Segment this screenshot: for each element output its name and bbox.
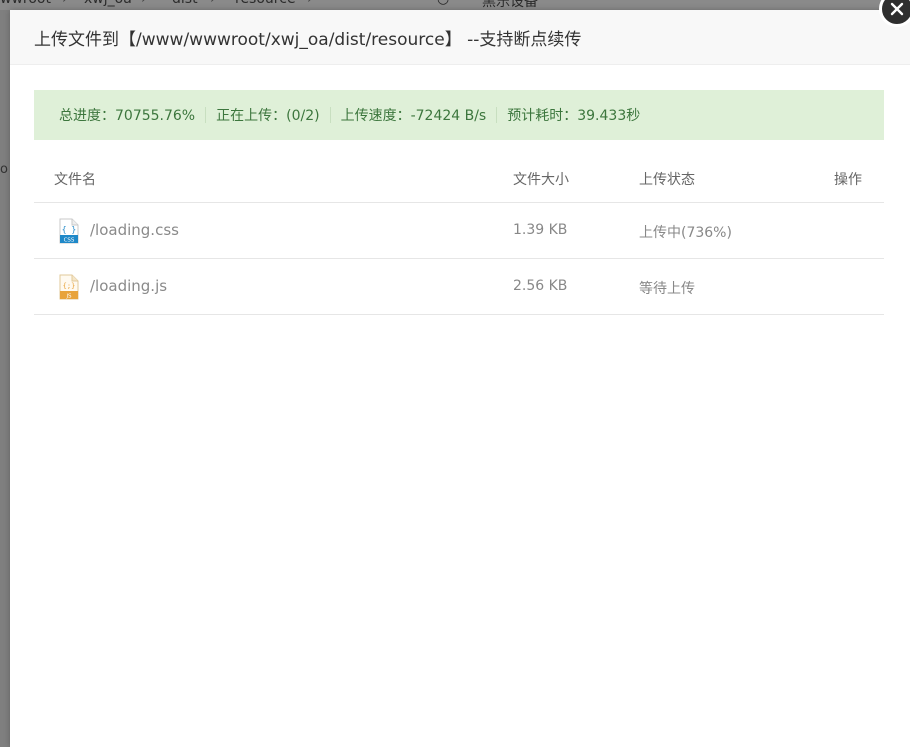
close-icon (890, 2, 904, 16)
background-breadcrumb: wwroot › xwj_oa › dist › resource › ○ 黑乐… (0, 0, 910, 10)
js-icon-label: JS (65, 294, 72, 300)
file-size: 2.56 KB (513, 278, 568, 294)
chevron-right-icon: › (62, 0, 68, 7)
dialog-header: 上传文件到【/www/wwwroot/xwj_oa/dist/resource】… (10, 10, 910, 65)
upload-file-table: 文件名 文件大小 上传状态 操作 { } CSS /loading.css 1.… (34, 152, 884, 315)
dialog-title: 上传文件到【/www/wwwroot/xwj_oa/dist/resource】… (34, 30, 582, 50)
css-icon-label: CSS (64, 238, 75, 244)
uploading-count: 正在上传：(0/2) (216, 108, 320, 124)
refresh-icon[interactable]: ○ (437, 0, 449, 7)
upload-speed: 上传速度：-72424 B/s (340, 108, 487, 124)
bg-crumb-resource[interactable]: resource (235, 0, 296, 7)
bg-crumb-wwwroot[interactable]: wwroot (0, 0, 51, 7)
divider (205, 107, 207, 123)
chevron-right-icon: › (141, 0, 147, 7)
upload-dialog: 上传文件到【/www/wwwroot/xwj_oa/dist/resource】… (10, 10, 910, 747)
divider (329, 107, 331, 123)
bg-crumb-dist[interactable]: dist (172, 0, 198, 7)
header-action: 操作 (834, 172, 862, 188)
table-header: 文件名 文件大小 上传状态 操作 (34, 152, 884, 203)
upload-status: 上传中(736%) (639, 225, 732, 241)
total-progress: 总进度：70755.76% (59, 108, 196, 124)
css-file-icon: { } CSS (59, 218, 79, 244)
file-size: 1.39 KB (513, 222, 568, 238)
table-row: {;} JS /loading.js 2.56 KB 等待上传 (34, 259, 884, 315)
chevron-right-icon: › (307, 0, 313, 7)
file-name: /loading.css (90, 221, 179, 239)
upload-progress-summary: 总进度：70755.76% 正在上传：(0/2) 上传速度：-72424 B/s… (34, 90, 884, 140)
table-row: { } CSS /loading.css 1.39 KB 上传中(736%) (34, 203, 884, 259)
header-upload-status: 上传状态 (639, 172, 695, 188)
bg-crumb-xwj-oa[interactable]: xwj_oa (84, 0, 132, 7)
file-name: /loading.js (90, 277, 168, 295)
header-file-name: 文件名 (54, 172, 96, 188)
divider (496, 107, 498, 123)
bg-right-text[interactable]: 黑乐设备 (482, 0, 538, 10)
background-side-text: o (0, 162, 8, 177)
svg-text:{;}: {;} (63, 282, 76, 290)
js-file-icon: {;} JS (59, 274, 79, 300)
chevron-right-icon: › (210, 0, 216, 7)
estimated-time: 预计耗时：39.433秒 (507, 108, 641, 124)
header-file-size: 文件大小 (513, 172, 569, 188)
upload-status: 等待上传 (639, 281, 695, 297)
svg-text:{ }: { } (62, 225, 76, 234)
